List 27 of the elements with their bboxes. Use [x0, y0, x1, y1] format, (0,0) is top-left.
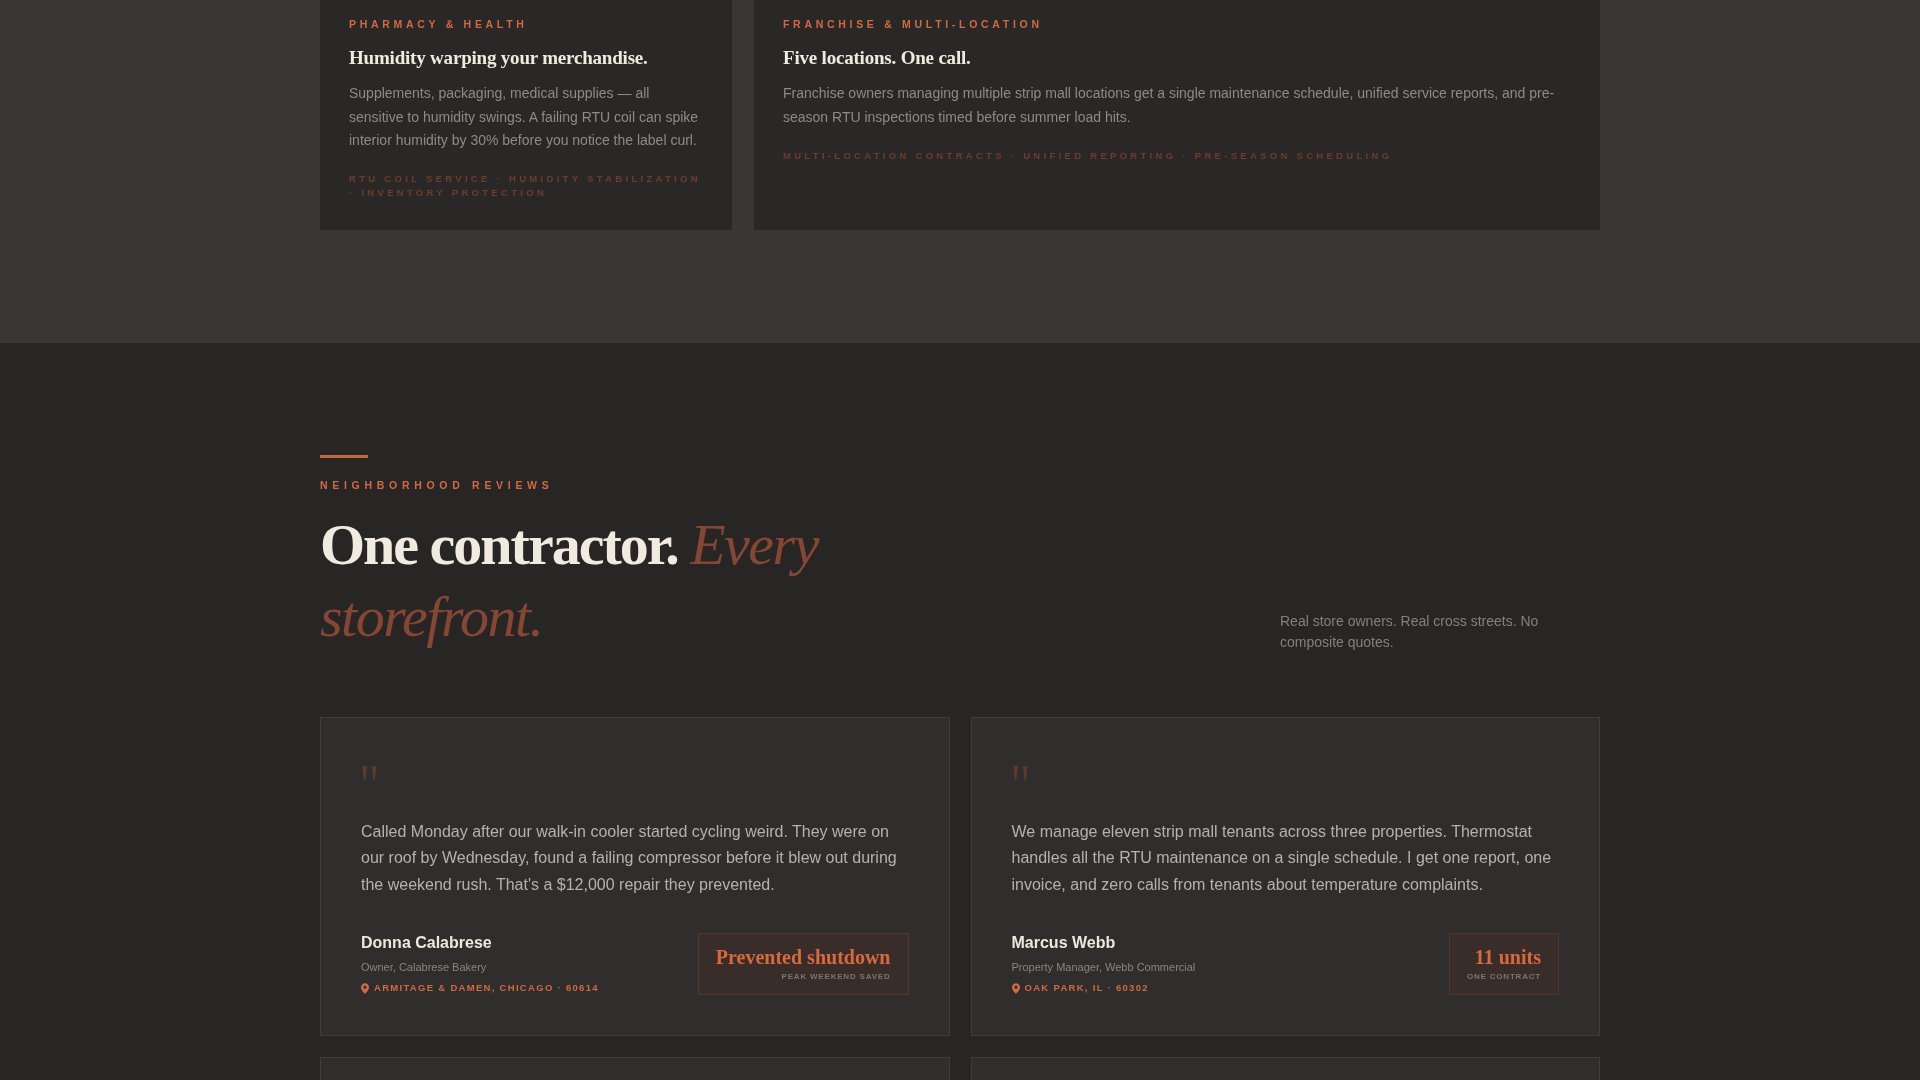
stat-caption: ONE CONTRACT: [1466, 971, 1541, 984]
category-label: FRANCHISE & MULTI-LOCATION: [783, 17, 1044, 32]
quote-mark-icon: [361, 766, 379, 780]
author-role: Owner, Calabrese Bakery: [361, 960, 488, 975]
author-name: Donna Calabrese: [361, 933, 493, 954]
author-role: Property Manager, Webb Commercial: [1011, 960, 1196, 975]
stat-value: 11 units: [1473, 945, 1541, 970]
card-description: Franchise owners managing multiple strip mall locations get a single maintenance schedule, unified service reports, and pre-season RTU inspections timed before summer load hits.: [783, 84, 1556, 127]
location-label: ARMITAGE & DAMEN, CHICAGO · 60614: [374, 981, 599, 996]
section-intro: Real store owners. Real cross streets. No composite quotes.: [1280, 612, 1540, 652]
service-tags: MULTI-LOCATION CONTRACTS · UNIFIED REPORTING · PRE-SEASON SCHEDULING: [783, 148, 1571, 163]
card-description: Supplements, packaging, medical supplies — all sensitive to humidity swings. A failing RTU coil can spike interior humidity by 30% before you notice the label curl.: [349, 84, 700, 150]
section-heading: One contractor. Every storefront.: [320, 511, 820, 651]
stat-caption: PEAK WEEKEND SAVED: [780, 971, 891, 984]
card-title: Humidity warping your merchandise.: [349, 46, 649, 70]
location-label: OAK PARK, IL · 60302: [1024, 981, 1149, 996]
map-pin-icon: [1011, 982, 1020, 994]
quote-text: We manage eleven strip mall tenants across three properties. Thermostat handles all the RTU maintenance on a single schedule. I get one report, one invoice, and zero calls from tenants about temperature complaints.: [1011, 822, 1553, 895]
card-title: Five locations. One call.: [783, 46, 972, 70]
map-pin-icon: [361, 982, 369, 994]
stat-value: Prevented shutdown: [715, 945, 891, 970]
category-label: PHARMACY & HEALTH: [349, 17, 529, 32]
author-name: Marcus Webb: [1011, 933, 1117, 954]
quote-mark-icon: [1011, 766, 1030, 780]
service-tags: RTU COIL SERVICE · HUMIDITY STABILIZATION · INVENTORY PROTECTION: [349, 172, 703, 200]
section-eyebrow: NEIGHBORHOOD REVIEWS: [320, 478, 555, 492]
quote-text: Called Monday after our walk-in cooler started cycling weird. They were on our roof by Wednesday, found a failing compressor before it blew out during the weekend rush. That's a $12,000 repair they prevented.: [361, 822, 898, 895]
